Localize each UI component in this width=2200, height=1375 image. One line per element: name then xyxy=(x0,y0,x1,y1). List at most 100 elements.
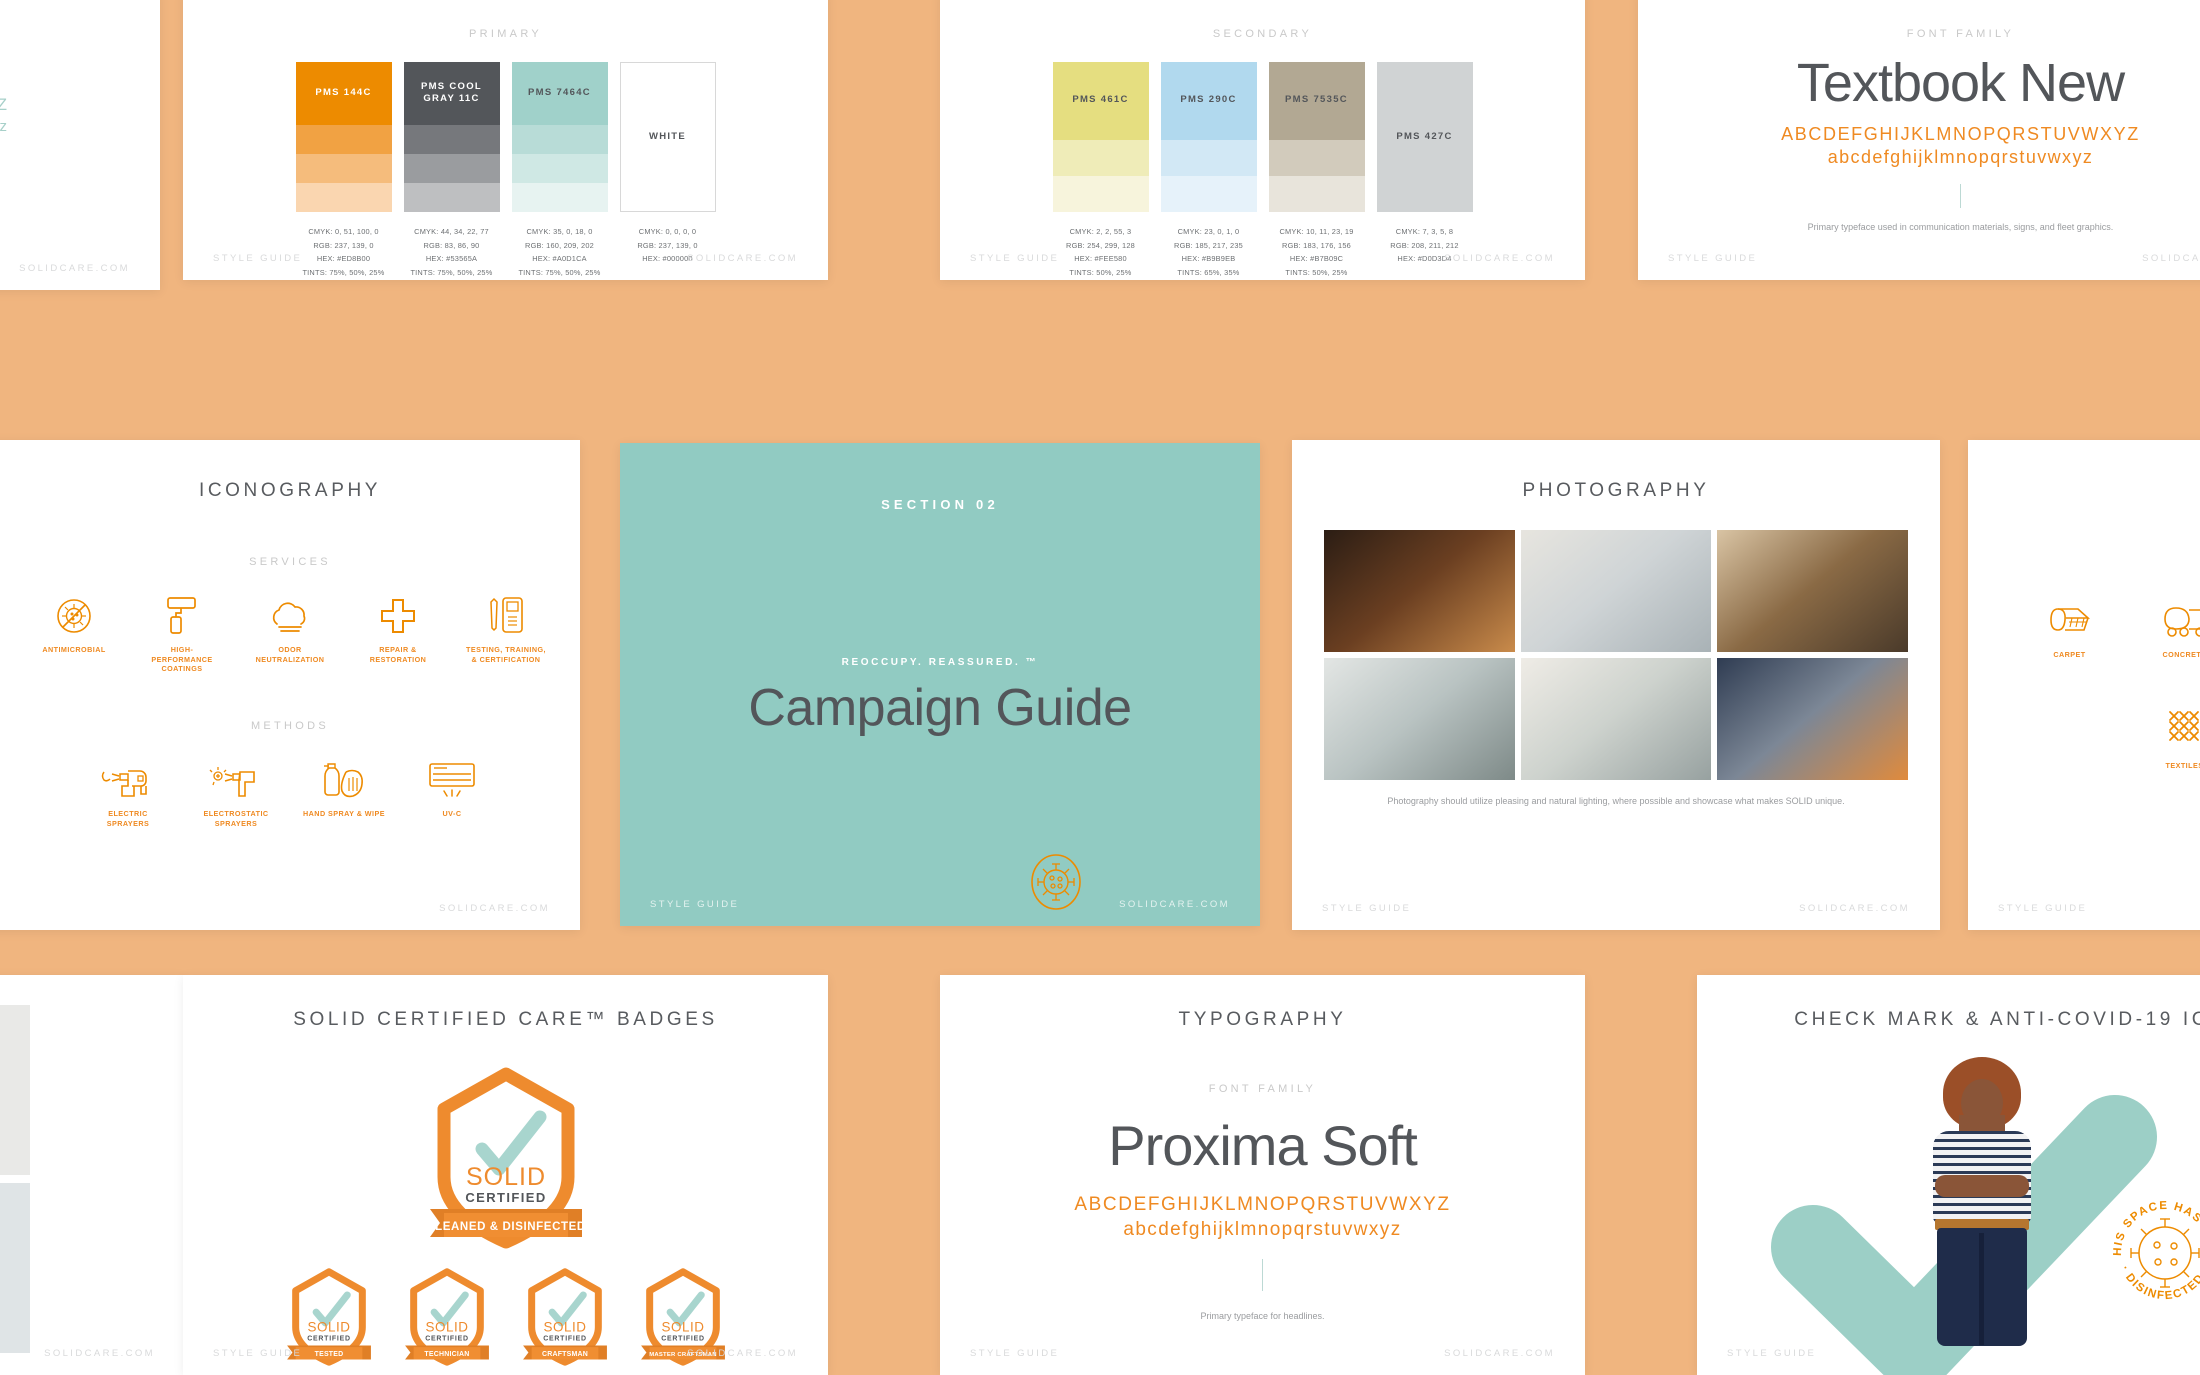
swatch-tint xyxy=(404,154,500,183)
slide-card-partial-font[interactable]: TUVWXYZ wxyz ry typeface may not be avai… xyxy=(0,0,160,290)
swatch-rgb: RGB: 185, 217, 235 xyxy=(1161,239,1257,253)
divider-rule xyxy=(1960,184,1961,208)
color-swatch[interactable]: PMS 7464CCMYK: 35, 0, 18, 0RGB: 160, 209… xyxy=(512,62,608,280)
lobby-atrium-photo xyxy=(1521,530,1712,652)
color-swatch[interactable]: PMS COOL GRAY 11CCMYK: 44, 34, 22, 77RGB… xyxy=(404,62,500,280)
swatch-rgb: RGB: 83, 86, 90 xyxy=(404,239,500,253)
badge-brand: SOLID xyxy=(425,1320,468,1335)
test-meter-icon xyxy=(486,590,526,636)
footer-left: STYLE GUIDE xyxy=(1668,253,1757,264)
concrete-mixer-icon xyxy=(2159,595,2200,641)
icon-label: ELECTROSTATIC SPRAYERS xyxy=(195,809,277,828)
icon-cell[interactable]: HIGH-PERFORMANCE COATINGS xyxy=(141,590,223,674)
swatch-rgb: RGB: 237, 139, 0 xyxy=(620,239,716,253)
icon-label: ELECTRIC SPRAYERS xyxy=(87,809,169,828)
slide-card-checkmark-icon[interactable]: CHECK MARK & ANTI-COVID-19 ICON THIS SPA… xyxy=(1697,975,2200,1375)
icon-cell[interactable]: HAND SPRAY & WIPE xyxy=(303,754,385,828)
swatch-tint xyxy=(1269,176,1365,212)
color-swatch[interactable]: PMS 461CCMYK: 2, 2, 55, 3RGB: 254, 299, … xyxy=(1053,62,1149,280)
color-swatch[interactable]: PMS 290C CMYK: 23, 0, 1, 0RGB: 185, 217, … xyxy=(1161,62,1257,280)
slide-card-secondary-palette[interactable]: SECONDARY PMS 461CCMYK: 2, 2, 55, 3RGB: … xyxy=(940,0,1585,280)
uv-c-lamp-icon xyxy=(427,754,477,800)
typography-eyebrow: FONT FAMILY xyxy=(940,1083,1585,1095)
swatch-name: PMS 144C xyxy=(296,62,392,125)
footer-right: SOLIDCARE.COM xyxy=(1119,899,1230,910)
color-swatch[interactable]: PMS 144CCMYK: 0, 51, 100, 0RGB: 237, 139… xyxy=(296,62,392,280)
icon-cell[interactable]: ELECTROSTATIC SPRAYERS xyxy=(195,754,277,828)
badge-certified: CERTIFIED xyxy=(307,1336,351,1343)
swatch-tint xyxy=(512,154,608,183)
technician-spraying-photo xyxy=(1717,658,1908,780)
swatch-rgb: RGB: 254, 299, 128 xyxy=(1053,239,1149,253)
color-swatch[interactable]: WHITECMYK: 0, 0, 0, 0RGB: 237, 139, 0HEX… xyxy=(620,62,716,280)
footer-right: SOLIDCARE.COM xyxy=(687,253,798,264)
icon-label: TESTING, TRAINING, & CERTIFICATION xyxy=(465,645,547,664)
slide-card-primary-palette[interactable]: PRIMARY PMS 144CCMYK: 0, 51, 100, 0RGB: … xyxy=(183,0,828,280)
icon-label: TEXTILES xyxy=(2166,761,2200,771)
slide-card-photography[interactable]: PHOTOGRAPHY Photography should utilize p… xyxy=(1292,440,1940,930)
swatch-name: PMS 427C xyxy=(1377,62,1473,212)
swatch-rgb: RGB: 237, 139, 0 xyxy=(296,239,392,253)
disinfected-stamp-icon: THIS SPACE HAS BEEN · DISINFECTED · xyxy=(2103,1191,2200,1320)
textbook-eyebrow: FONT FAMILY xyxy=(1638,28,2200,40)
slide-card-surfaces-partial[interactable]: CARPET CONCRETE TEXTILES STYLE GUIDE SOLI… xyxy=(1968,440,2200,930)
icon-cell[interactable]: TESTING, TRAINING, & CERTIFICATION xyxy=(465,590,547,674)
slide-card-product-partial[interactable]: Safe & Clean SOLID STYLE GUIDE SOLIDCARE… xyxy=(0,975,185,1375)
footer-right: SOLIDCARE.COM xyxy=(1799,903,1910,914)
paint-roller-icon xyxy=(162,590,202,636)
footer-right: SOLIDCARE.COM xyxy=(44,1348,155,1359)
swatch-name: PMS 290C xyxy=(1161,62,1257,140)
icon-label: CARPET xyxy=(2053,650,2085,660)
swatch-tint xyxy=(1269,140,1365,176)
swatch-cmyk: CMYK: 10, 11, 23, 19 xyxy=(1269,225,1365,239)
slide-card-iconography[interactable]: ICONOGRAPHY SERVICES ANTIMICROBIALHIGH-P… xyxy=(0,440,580,930)
section-tagline: REOCCUPY. REASSURED. ™ xyxy=(620,657,1260,668)
slide-card-typography[interactable]: TYPOGRAPHY FONT FAMILY Proxima Soft ABCD… xyxy=(940,975,1585,1375)
footer-left: STYLE GUIDE xyxy=(970,1348,1059,1359)
hero-badge[interactable]: SOLID CERTIFIED CLEANED & DISINFECTED xyxy=(183,1065,828,1251)
icon-cell[interactable]: TEXTILES xyxy=(2127,706,2200,771)
icon-cell[interactable]: CARPET xyxy=(2012,595,2127,660)
surfaces-grid: CARPET CONCRETE TEXTILES xyxy=(2012,595,2200,770)
color-swatch[interactable]: PMS 7535CCMYK: 10, 11, 23, 19RGB: 183, 1… xyxy=(1269,62,1365,280)
swatch-cmyk: CMYK: 7, 3, 5, 8 xyxy=(1377,225,1473,239)
swatch-tint xyxy=(296,125,392,154)
slide-card-badges[interactable]: SOLID CERTIFIED CARE™ BADGES SOLID CERTI… xyxy=(183,975,828,1375)
icon-cell[interactable]: CONCRETE xyxy=(2127,595,2200,660)
electrostatic-sprayer-icon xyxy=(208,754,264,800)
textbook-caption: Primary typeface used in communication m… xyxy=(1638,222,2200,232)
swatch-tints: TINTS: 50%, 25% xyxy=(1053,266,1149,280)
swatch-tint xyxy=(404,125,500,154)
services-eyebrow: SERVICES xyxy=(0,556,580,568)
photography-title: PHOTOGRAPHY xyxy=(1292,480,1940,502)
swatch-tints: TINTS: 65%, 35% xyxy=(1161,266,1257,280)
footer-right: SOLIDCARE.COM xyxy=(687,1348,798,1359)
textiles-weave-icon xyxy=(2162,706,2200,752)
icon-cell[interactable]: REPAIR & RESTORATION xyxy=(357,590,439,674)
library-floor-cleaning-photo xyxy=(1717,530,1908,652)
card-footer: STYLE GUIDE SOLIDCARE.COM xyxy=(0,263,160,274)
services-icon-grid: ANTIMICROBIAL HIGH-PERFORMANCE COATINGS OD… xyxy=(0,590,580,674)
partial-uppercase-tail: TUVWXYZ xyxy=(0,95,10,115)
swatch-cmyk: CMYK: 23, 0, 1, 0 xyxy=(1161,225,1257,239)
card-footer: STYLE GUIDE SOLIDCARE.COM xyxy=(1968,903,2200,914)
icon-cell[interactable]: UV-C xyxy=(411,754,493,828)
badge-certified: CERTIFIED xyxy=(661,1336,705,1343)
carpet-roll-icon xyxy=(2046,595,2094,641)
surfaces-icon-grid: CARPET CONCRETE TEXTILES xyxy=(2012,595,2200,770)
color-swatch[interactable]: PMS 427CCMYK: 7, 3, 5, 8RGB: 208, 211, 2… xyxy=(1377,62,1473,280)
card-footer: STYLE GUIDE SOLIDCARE.COM xyxy=(1697,1348,2200,1359)
worker-portrait-photo xyxy=(1324,530,1515,652)
odor-cloud-icon xyxy=(267,590,313,636)
icon-label: ODOR NEUTRALIZATION xyxy=(249,645,331,664)
icon-cell[interactable]: ODOR NEUTRALIZATION xyxy=(249,590,331,674)
icon-cell[interactable]: ELECTRIC SPRAYERS xyxy=(87,754,169,828)
footer-right: SOLIDCARE.COM xyxy=(2142,253,2200,264)
slide-card-font-family-textbook[interactable]: FONT FAMILY Textbook New ABCDEFGHIJKLMNO… xyxy=(1638,0,2200,280)
footer-left: STYLE GUIDE xyxy=(970,253,1059,264)
icon-cell[interactable]: ANTIMICROBIAL xyxy=(33,590,115,674)
icon-label: UV-C xyxy=(443,809,462,819)
swatch-name: PMS 7464C xyxy=(512,62,608,125)
slide-card-section-cover[interactable]: SECTION 02 REOCCUPY. REASSURED. ™ Campai… xyxy=(620,443,1260,926)
swatch-tint xyxy=(1161,140,1257,176)
